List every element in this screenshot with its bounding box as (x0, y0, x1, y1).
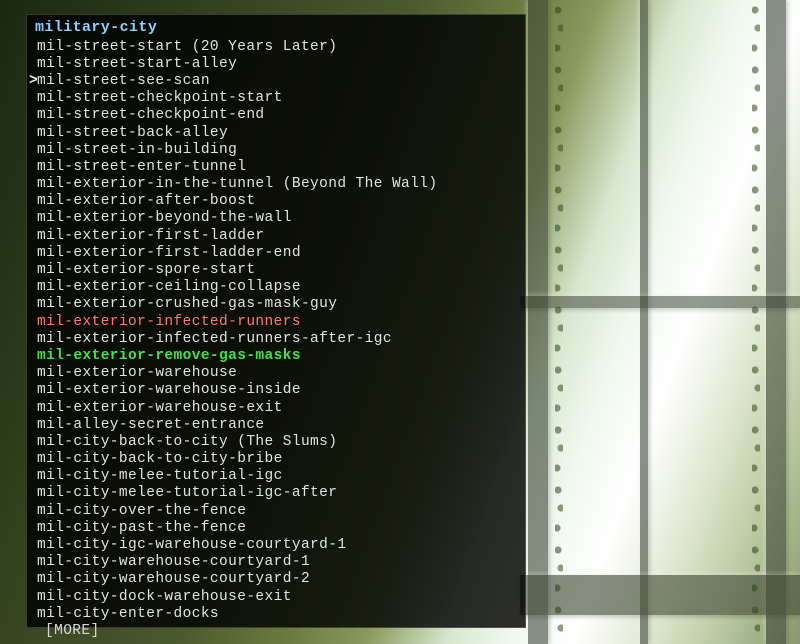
menu-item[interactable]: mil-exterior-spore-start (29, 261, 523, 278)
window-frame (640, 0, 648, 644)
menu-title: military-city (29, 19, 523, 38)
menu-item-label: mil-city-enter-docks (37, 606, 219, 622)
menu-item[interactable]: mil-city-enter-docks (29, 605, 523, 622)
menu-item-label: mil-street-enter-tunnel (37, 159, 246, 175)
menu-item-label: mil-street-back-alley (37, 125, 228, 141)
menu-item-label: mil-city-igc-warehouse-courtyard-1 (37, 537, 346, 553)
foliage-vine (555, 0, 563, 644)
menu-item-label: mil-exterior-after-boost (37, 193, 255, 209)
menu-item[interactable]: mil-street-start-alley (29, 55, 523, 72)
menu-item-label: mil-exterior-spore-start (37, 262, 255, 278)
window-frame (528, 0, 548, 644)
menu-item[interactable]: >mil-street-see-scan (29, 72, 523, 89)
menu-item-label: mil-city-melee-tutorial-igc (37, 468, 283, 484)
menu-item[interactable]: mil-city-igc-warehouse-courtyard-1 (29, 536, 523, 553)
menu-item[interactable]: mil-street-in-building (29, 141, 523, 158)
menu-item-label: mil-street-checkpoint-end (37, 107, 265, 123)
menu-item[interactable]: mil-exterior-warehouse (29, 365, 523, 382)
menu-item[interactable]: mil-exterior-in-the-tunnel (Beyond The W… (29, 176, 523, 193)
menu-item-label: mil-city-back-to-city (The Slums) (37, 434, 337, 450)
menu-item-label: mil-exterior-warehouse-exit (37, 400, 283, 416)
menu-item[interactable]: mil-exterior-infected-runners-after-igc (29, 330, 523, 347)
menu-item-label: mil-street-start (20 Years Later) (37, 39, 337, 55)
menu-item[interactable]: mil-exterior-first-ladder-end (29, 244, 523, 261)
menu-item[interactable]: mil-city-warehouse-courtyard-1 (29, 554, 523, 571)
menu-item[interactable]: mil-city-back-to-city (The Slums) (29, 433, 523, 450)
menu-item-label: mil-city-over-the-fence (37, 503, 246, 519)
menu-item-label: mil-exterior-infected-runners-after-igc (37, 331, 392, 347)
menu-item[interactable]: mil-street-checkpoint-end (29, 107, 523, 124)
menu-item[interactable]: mil-city-dock-warehouse-exit (29, 588, 523, 605)
menu-item[interactable]: mil-street-checkpoint-start (29, 90, 523, 107)
menu-item[interactable]: mil-exterior-remove-gas-masks (29, 347, 523, 364)
cursor-icon: > (29, 73, 37, 89)
menu-list: mil-street-start (20 Years Later)mil-str… (29, 38, 523, 622)
menu-item-label: mil-city-melee-tutorial-igc-after (37, 485, 337, 501)
menu-item-label: mil-exterior-in-the-tunnel (Beyond The W… (37, 176, 437, 192)
menu-item-label: mil-exterior-warehouse-inside (37, 382, 301, 398)
window-frame (766, 0, 786, 644)
menu-item-label: mil-street-checkpoint-start (37, 90, 283, 106)
menu-item-label: mil-street-start-alley (37, 56, 237, 72)
foliage-vine (752, 0, 760, 644)
menu-item[interactable]: mil-exterior-beyond-the-wall (29, 210, 523, 227)
menu-item[interactable]: mil-street-start (20 Years Later) (29, 38, 523, 55)
menu-item-label: mil-exterior-first-ladder (37, 228, 265, 244)
menu-item[interactable]: mil-city-over-the-fence (29, 502, 523, 519)
menu-item-label: mil-street-in-building (37, 142, 237, 158)
menu-item[interactable]: mil-exterior-ceiling-collapse (29, 279, 523, 296)
menu-item-label: mil-exterior-ceiling-collapse (37, 279, 301, 295)
menu-item-label: mil-city-dock-warehouse-exit (37, 589, 292, 605)
menu-item[interactable]: mil-city-melee-tutorial-igc-after (29, 485, 523, 502)
menu-item[interactable]: mil-city-back-to-city-bribe (29, 451, 523, 468)
menu-item[interactable]: mil-exterior-infected-runners (29, 313, 523, 330)
menu-item-label: mil-exterior-beyond-the-wall (37, 210, 292, 226)
menu-item[interactable]: mil-exterior-first-ladder (29, 227, 523, 244)
menu-item[interactable]: mil-exterior-warehouse-exit (29, 399, 523, 416)
menu-item[interactable]: mil-exterior-crushed-gas-mask-guy (29, 296, 523, 313)
menu-item-label: mil-city-warehouse-courtyard-1 (37, 554, 310, 570)
menu-item-label: mil-exterior-warehouse (37, 365, 237, 381)
debug-level-menu[interactable]: military-city mil-street-start (20 Years… (26, 14, 526, 628)
more-indicator[interactable]: [MORE] (29, 622, 523, 639)
menu-item[interactable]: mil-street-enter-tunnel (29, 158, 523, 175)
menu-item[interactable]: mil-street-back-alley (29, 124, 523, 141)
menu-item-label: mil-street-see-scan (37, 73, 210, 89)
menu-item[interactable]: mil-exterior-after-boost (29, 193, 523, 210)
menu-item-label: mil-exterior-first-ladder-end (37, 245, 301, 261)
menu-item-label: mil-exterior-infected-runners (37, 314, 301, 330)
menu-item[interactable]: mil-city-melee-tutorial-igc (29, 468, 523, 485)
menu-item-label: mil-city-warehouse-courtyard-2 (37, 571, 310, 587)
menu-item-label: mil-alley-secret-entrance (37, 417, 265, 433)
menu-item-label: mil-city-past-the-fence (37, 520, 246, 536)
menu-item-label: mil-city-back-to-city-bribe (37, 451, 283, 467)
menu-item[interactable]: mil-exterior-warehouse-inside (29, 382, 523, 399)
menu-item-label: mil-exterior-crushed-gas-mask-guy (37, 296, 337, 312)
menu-item[interactable]: mil-city-warehouse-courtyard-2 (29, 571, 523, 588)
menu-item[interactable]: mil-alley-secret-entrance (29, 416, 523, 433)
menu-item[interactable]: mil-city-past-the-fence (29, 519, 523, 536)
menu-item-label: mil-exterior-remove-gas-masks (37, 348, 301, 364)
